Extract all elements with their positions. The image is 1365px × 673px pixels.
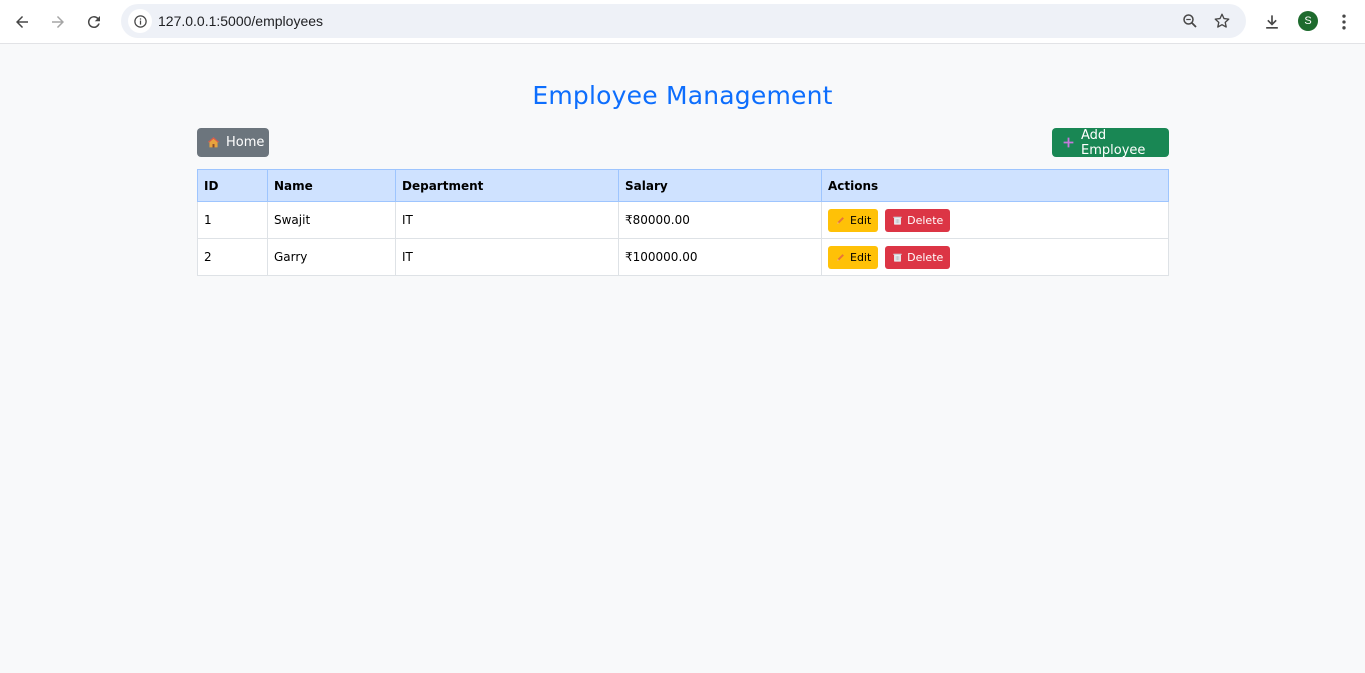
edit-button-label: Edit [850, 250, 872, 264]
cell-id: 1 [197, 201, 268, 239]
table-row: 2 Garry IT ₹100000.00 Edit Delete [197, 238, 1169, 276]
pencil-icon [835, 252, 846, 263]
column-header-name: Name [267, 169, 396, 202]
download-icon[interactable] [1260, 10, 1284, 34]
house-icon [207, 136, 220, 149]
cell-department: IT [395, 201, 619, 239]
column-header-id: ID [197, 169, 268, 202]
back-button[interactable] [7, 7, 37, 37]
url-text[interactable]: 127.0.0.1:5000/employees [158, 13, 323, 29]
delete-button-label: Delete [907, 250, 944, 264]
edit-button-label: Edit [850, 213, 872, 227]
arrow-right-icon [52, 16, 64, 28]
table-header-row: ID Name Department Salary Actions [197, 169, 1169, 202]
add-employee-button[interactable]: Add Employee [1052, 127, 1169, 158]
zoom-icon[interactable] [1180, 11, 1200, 31]
cell-department: IT [395, 238, 619, 276]
cell-id: 2 [197, 238, 268, 276]
edit-button[interactable]: Edit [828, 245, 879, 269]
cell-salary: ₹100000.00 [618, 238, 822, 276]
address-bar[interactable]: 127.0.0.1:5000/employees [121, 4, 1246, 38]
profile-avatar[interactable]: S [1298, 11, 1318, 31]
column-header-actions: Actions [821, 169, 1169, 202]
cell-name: Garry [267, 238, 396, 276]
delete-button-label: Delete [907, 213, 944, 227]
employees-table: ID Name Department Salary Actions 1 Swaj… [197, 169, 1169, 276]
reload-button[interactable] [79, 7, 109, 37]
wastebasket-icon [892, 252, 903, 263]
column-header-salary: Salary [618, 169, 822, 202]
cell-actions: Edit Delete [821, 238, 1169, 276]
site-info-icon[interactable] [128, 9, 152, 33]
arrow-left-icon [16, 16, 28, 28]
cell-actions: Edit Delete [821, 201, 1169, 239]
cell-salary: ₹80000.00 [618, 201, 822, 239]
browser-toolbar: 127.0.0.1:5000/employees S [0, 0, 1365, 44]
home-button[interactable]: Home [197, 128, 269, 157]
reload-icon [87, 16, 100, 29]
plus-icon [1062, 136, 1075, 149]
delete-button[interactable]: Delete [885, 208, 951, 232]
column-header-department: Department [395, 169, 619, 202]
forward-button[interactable] [43, 7, 73, 37]
page-title: Employee Management [532, 81, 833, 110]
wastebasket-icon [892, 215, 903, 226]
cell-name: Swajit [267, 201, 396, 239]
pencil-icon [835, 215, 846, 226]
add-employee-label: Add Employee [1081, 127, 1146, 158]
delete-button[interactable]: Delete [885, 245, 951, 269]
edit-button[interactable]: Edit [828, 208, 879, 232]
home-button-label: Home [226, 135, 265, 150]
menu-kebab-icon[interactable] [1332, 10, 1356, 34]
bookmark-star-icon[interactable] [1212, 11, 1232, 31]
table-row: 1 Swajit IT ₹80000.00 Edit Delete [197, 201, 1169, 239]
